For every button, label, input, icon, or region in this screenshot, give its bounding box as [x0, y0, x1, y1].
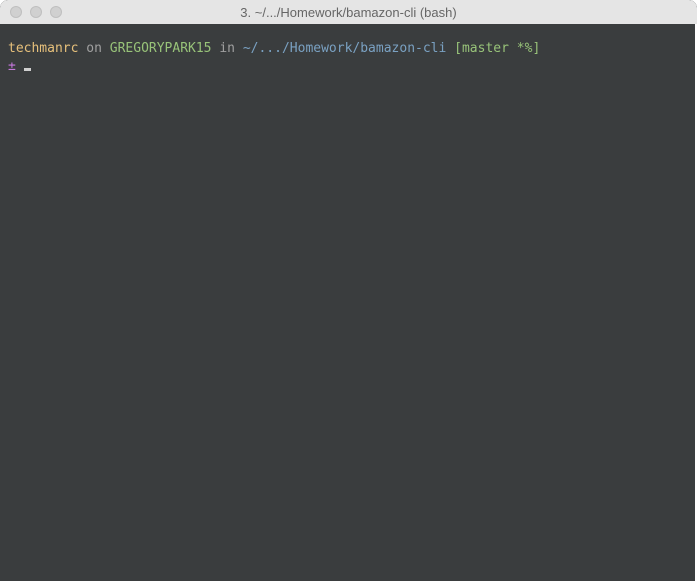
terminal-body[interactable]: techmanrc on GREGORYPARK15 in ~/.../Home… [0, 24, 697, 581]
branch-close: ] [532, 41, 540, 56]
terminal-window: 3. ~/.../Homework/bamazon-cli (bash) tec… [0, 0, 697, 581]
prompt-on: on [78, 41, 109, 56]
minimize-icon[interactable] [30, 6, 42, 18]
traffic-lights [0, 6, 62, 18]
prompt-symbol: ± [8, 59, 16, 74]
cursor-icon [24, 68, 31, 71]
branch-open: [ [446, 41, 462, 56]
zoom-icon[interactable] [50, 6, 62, 18]
prompt-host: GREGORYPARK15 [110, 41, 212, 56]
window-title: 3. ~/.../Homework/bamazon-cli (bash) [0, 5, 697, 20]
prompt-space [16, 59, 24, 74]
prompt-branch: master *% [462, 41, 532, 56]
close-icon[interactable] [10, 6, 22, 18]
prompt-path: ~/.../Homework/bamazon-cli [243, 41, 447, 56]
titlebar[interactable]: 3. ~/.../Homework/bamazon-cli (bash) [0, 0, 697, 24]
prompt-user: techmanrc [8, 41, 78, 56]
prompt-in: in [212, 41, 243, 56]
